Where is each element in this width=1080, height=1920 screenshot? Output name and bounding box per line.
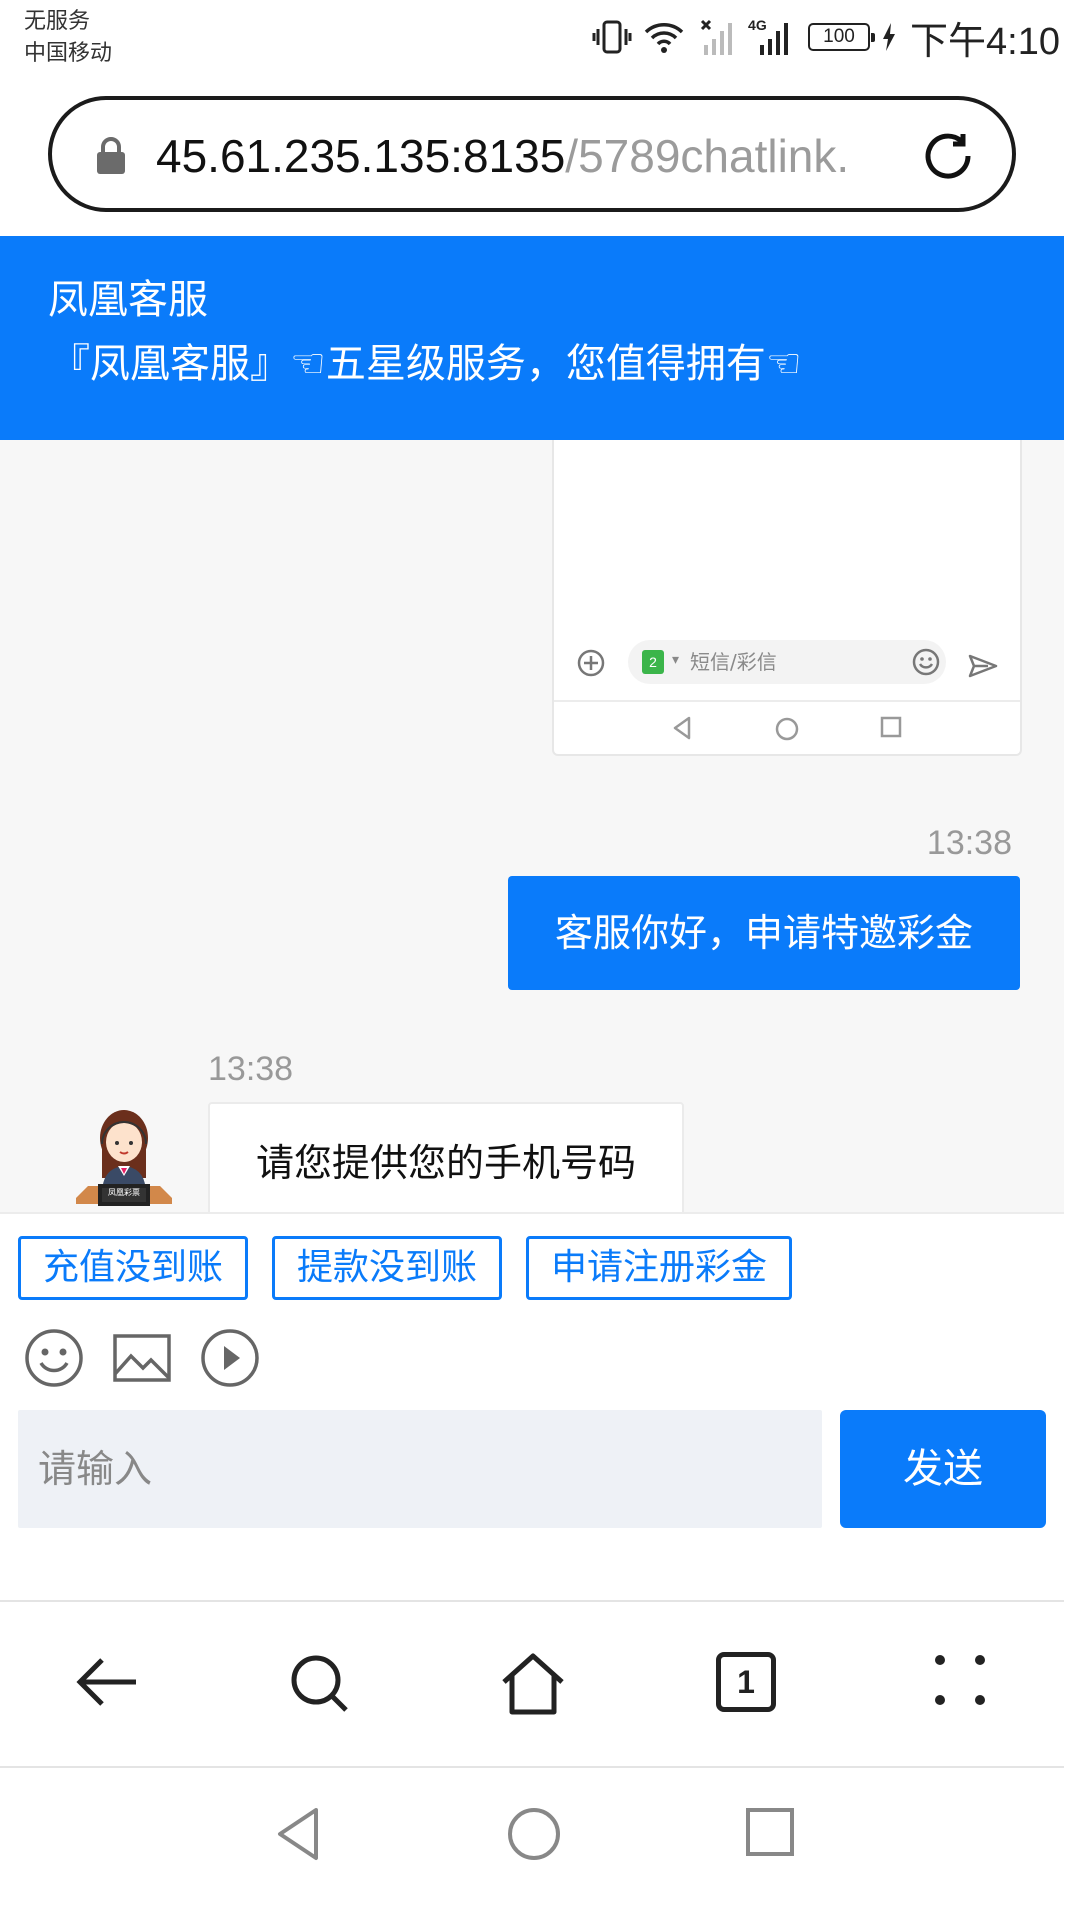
chat-title: 凤凰客服 (48, 277, 208, 323)
reload-icon[interactable] (918, 126, 978, 190)
circle-home-icon (775, 717, 799, 741)
more-icon[interactable] (932, 1652, 988, 1712)
clock: 下午4:10 (910, 20, 1060, 63)
signal-4g-icon: 4G (748, 17, 796, 57)
url-host: 45.61.235.135:8135 (156, 130, 566, 182)
screenshot-input-row: 2 ▾ 短信/彩信 (554, 640, 1020, 696)
message-timestamp: 13:38 (208, 1050, 294, 1088)
url-path: /5789chatlink. (565, 130, 850, 182)
avatar-laptop-label: 凤凰彩票 (108, 1188, 140, 1197)
image-message[interactable]: 2 ▾ 短信/彩信 (552, 440, 1022, 756)
nav-recents-icon[interactable] (744, 1806, 796, 1862)
nav-back-icon[interactable] (274, 1806, 322, 1866)
smile-icon (912, 648, 940, 680)
battery-icon: 100 (808, 23, 876, 51)
screenshot-input: 2 ▾ 短信/彩信 (628, 640, 946, 684)
plus-circle-icon (576, 648, 606, 682)
send-button[interactable]: 发送 (840, 1410, 1046, 1528)
status-icons: 4G 100 下午4:10 (592, 12, 1060, 63)
carrier-status: 无服务 (24, 9, 91, 34)
tabs-button[interactable]: 1 (716, 1652, 776, 1712)
search-icon[interactable] (288, 1652, 352, 1720)
incoming-message[interactable]: 请您提供您的手机号码 (208, 1102, 684, 1212)
agent-avatar: 凤凰彩票 (72, 1100, 176, 1212)
carrier-info: 无服务 中国移动 (24, 6, 112, 70)
url-text[interactable]: 45.61.235.135:8135/5789chatlink. (156, 128, 932, 184)
composer: 充值没到账 提款没到账 申请注册彩金 请输入 发送 (0, 1212, 1064, 1600)
no-signal-icon (696, 17, 736, 57)
home-icon[interactable] (500, 1652, 566, 1720)
quick-reply-register-bonus[interactable]: 申请注册彩金 (526, 1236, 792, 1300)
screenshot-nav (554, 700, 1020, 756)
message-input[interactable]: 请输入 (18, 1410, 822, 1528)
nav-home-icon[interactable] (506, 1806, 562, 1866)
screenshot-placeholder: 短信/彩信 (690, 650, 777, 674)
square-recents-icon (880, 716, 902, 738)
message-list[interactable]: 2 ▾ 短信/彩信 13:38 客服你好，申请特邀彩金 13:38 凤凰彩票 请… (0, 440, 1064, 1212)
lock-icon (94, 136, 128, 180)
triangle-back-icon (673, 716, 691, 740)
charging-icon (882, 23, 896, 51)
send-arrow-icon (968, 654, 998, 682)
status-bar: 无服务 中国移动 4G 100 下午4:10 (0, 0, 1080, 84)
carrier-name: 中国移动 (24, 41, 113, 66)
vibrate-icon (592, 19, 632, 55)
quick-reply-recharge[interactable]: 充值没到账 (18, 1236, 248, 1300)
image-icon[interactable] (112, 1328, 172, 1392)
video-icon[interactable] (200, 1328, 260, 1392)
emoji-icon[interactable] (24, 1328, 84, 1392)
quick-reply-withdraw[interactable]: 提款没到账 (272, 1236, 502, 1300)
system-navigation-bar (0, 1770, 1080, 1920)
outgoing-message[interactable]: 客服你好，申请特邀彩金 (508, 876, 1020, 990)
browser-toolbar: 1 (0, 1600, 1064, 1768)
chat-header: 凤凰客服 『凤凰客服』☜五星级服务，您值得拥有☜ (0, 236, 1064, 440)
message-timestamp: 13:38 (926, 824, 1012, 862)
back-icon[interactable] (74, 1652, 140, 1716)
caret-down-icon: ▾ (672, 652, 680, 668)
chat-subtitle: 『凤凰客服』☜五星级服务，您值得拥有☜ (50, 341, 802, 387)
sim-icon: 2 (642, 650, 664, 674)
address-bar[interactable]: 45.61.235.135:8135/5789chatlink. (48, 96, 1016, 212)
wifi-icon (644, 20, 684, 54)
